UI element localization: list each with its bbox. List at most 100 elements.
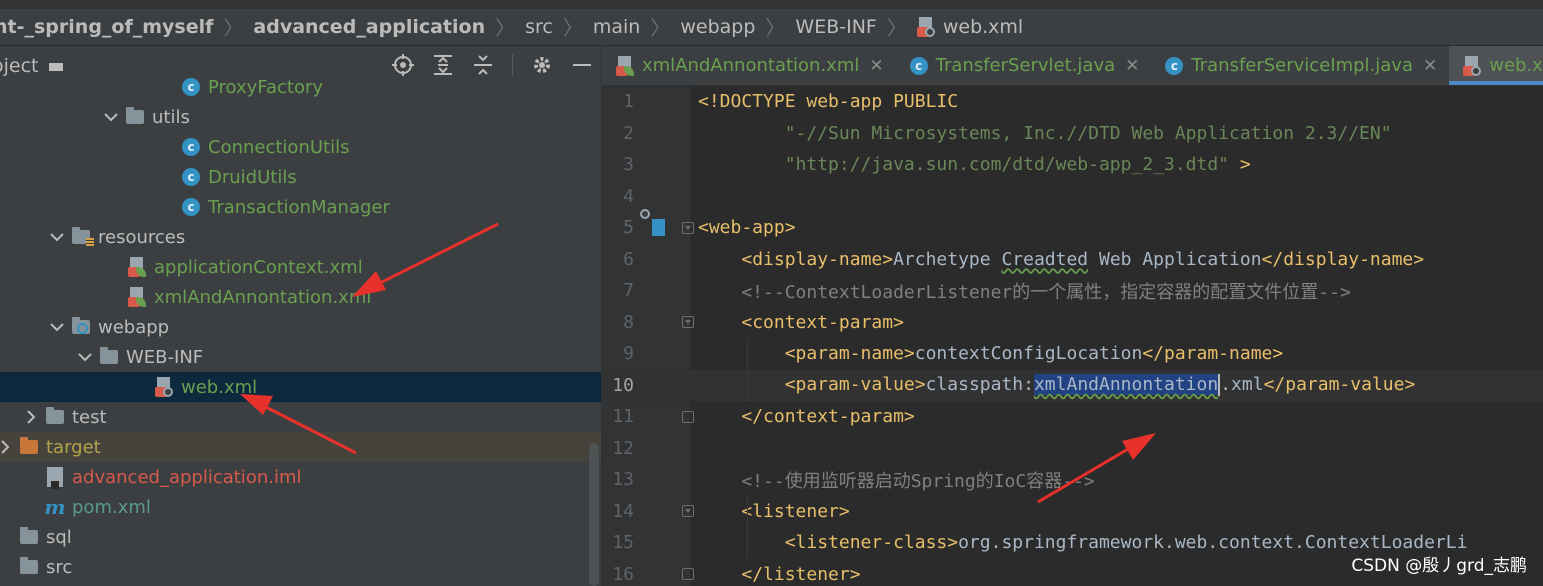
editor-tab[interactable]: xmlAndAnnontation.xml ✕ [602, 46, 896, 85]
breadcrumb-separator-icon: 〉 [765, 16, 786, 40]
tree-item[interactable]: c DruidUtils [0, 162, 601, 192]
vertical-scrollbar[interactable] [589, 443, 599, 586]
code-text: <param-name>contextConfigLocation</param… [698, 343, 1284, 365]
code-line[interactable]: 4 [602, 181, 1543, 213]
tree-item[interactable]: webapp [0, 312, 601, 342]
breadcrumb-item[interactable]: WEB-INF 〉 [795, 12, 916, 41]
close-icon[interactable]: ✕ [1423, 56, 1437, 76]
tree-item[interactable]: applicationContext.xml [0, 252, 601, 282]
fold-marker-icon[interactable] [682, 316, 694, 329]
tree-item[interactable]: WEB-INF [0, 342, 601, 372]
tree-item[interactable]: c ProxyFactory [0, 72, 601, 102]
maven-icon: m [44, 495, 66, 519]
breadcrumb-item[interactable]: src 〉 [525, 12, 593, 41]
code-text: </context-param> [698, 406, 914, 427]
chevron-down-icon[interactable] [50, 320, 64, 334]
breadcrumb-item[interactable]: web.xml [916, 16, 1023, 38]
code-text: <!--使用监听器启动Spring的IoC容器--> [698, 467, 1095, 493]
close-icon[interactable]: ✕ [1125, 56, 1139, 76]
tree-item[interactable]: advanced_application.iml [0, 462, 601, 492]
close-icon[interactable]: ✕ [869, 56, 883, 76]
code-line[interactable]: 13 <!--使用监听器启动Spring的IoC容器--> [602, 464, 1543, 496]
tree-item[interactable]: utils [0, 102, 601, 132]
tree-item[interactable]: xmlAndAnnontation.xml [0, 282, 601, 312]
chevron-right-icon[interactable] [24, 410, 38, 424]
fold-marker-icon[interactable] [682, 505, 694, 518]
code-line[interactable]: 8 <context-param> [602, 307, 1543, 339]
tree-item-label: WEB-INF [126, 346, 204, 368]
editor-tab-bar: xmlAndAnnontation.xml ✕ c TransferServlet.j… [602, 46, 1543, 86]
code-text: <web-app> [698, 217, 796, 238]
code-line[interactable]: 3 "http://java.sun.com/dtd/web-app_2_3.d… [602, 149, 1543, 181]
code-token: </listener> [741, 563, 861, 585]
code-token: <param-value> [784, 374, 926, 396]
web-descriptor-gutter-icon[interactable] [640, 208, 668, 237]
code-line[interactable]: 10 <param-value>classpath:xmlAndAnnontat… [602, 369, 1543, 401]
iml-file-icon [46, 467, 64, 489]
chevron-down-icon[interactable] [78, 350, 92, 364]
tree-item[interactable]: resources [0, 222, 601, 252]
code-line[interactable]: 7 <!--ContextLoaderListener的一个属性，指定容器的配置… [602, 275, 1543, 307]
line-number: 14 [612, 500, 634, 522]
code-token: xmlAndAnnontation [1033, 374, 1219, 396]
fold-marker-icon[interactable] [682, 410, 694, 423]
code-token: contextConfigLocation [914, 343, 1143, 365]
tree-item[interactable]: web.xml [0, 372, 601, 402]
tree-item[interactable]: m pom.xml [0, 492, 601, 522]
code-line[interactable]: 1 <!DOCTYPE web-app PUBLIC [602, 86, 1543, 118]
tree-item[interactable]: src [0, 552, 601, 582]
tree-item-label: webapp [98, 316, 170, 338]
tree-item[interactable]: target [0, 432, 601, 462]
fold-marker-icon[interactable] [682, 221, 694, 234]
tree-item[interactable]: c TransactionManager [0, 192, 601, 222]
breadcrumb-item[interactable]: webapp 〉 [680, 12, 795, 41]
tree-item[interactable]: test [0, 402, 601, 432]
editor-tab[interactable]: web.xml✕ [1449, 46, 1543, 85]
line-number: 2 [623, 122, 634, 144]
chevron-right-icon[interactable] [0, 440, 12, 454]
line-number: 4 [623, 185, 634, 207]
code-token: <!--ContextLoaderListener的一个属性，指定容器的配置文件… [698, 281, 1351, 303]
tree-item-label: pom.xml [72, 496, 151, 518]
line-number: 12 [612, 437, 634, 459]
tree-item-label: ConnectionUtils [208, 136, 350, 158]
editor-tab-label: TransferServiceImpl.java [1191, 55, 1413, 76]
fold-marker-icon[interactable] [682, 568, 694, 581]
tree-item[interactable]: c ConnectionUtils [0, 132, 601, 162]
code-line[interactable]: 2 "-//Sun Microsystems, Inc.//DTD Web Ap… [602, 118, 1543, 150]
editor-tab[interactable]: c TransferServlet.java ✕ [896, 46, 1152, 85]
line-number: 7 [623, 280, 634, 302]
dropdown-caret-icon [48, 62, 63, 71]
code-line[interactable]: 5 <web-app> [602, 208, 1543, 244]
chevron-down-icon[interactable] [50, 230, 64, 244]
code-text: <listener> [698, 501, 849, 522]
breadcrumb-label: advanced_application [253, 15, 486, 38]
code-token: <!--使用监听器启动Spring的IoC容器--> [698, 470, 1095, 492]
code-line[interactable]: 9 <param-name>contextConfigLocation</par… [602, 338, 1543, 370]
line-number: 3 [623, 154, 634, 176]
code-token: Creadted [1001, 248, 1089, 270]
breadcrumb-item[interactable]: main 〉 [593, 12, 680, 41]
spring-xml-icon [616, 55, 634, 76]
code-line[interactable]: 11 </context-param> [602, 401, 1543, 433]
code-line[interactable]: 6 <display-name>Archetype Creadted Web A… [602, 244, 1543, 276]
line-number: 5 [623, 217, 634, 239]
tree-item-label: sql [46, 526, 72, 548]
code-text: </listener> [698, 563, 861, 585]
breadcrumb-item[interactable]: advanced_application 〉 [253, 12, 525, 41]
code-line[interactable]: 12 [602, 433, 1543, 465]
toolbar-strip [0, 0, 1543, 9]
class-icon: c [1165, 56, 1184, 75]
tree-item[interactable]: sql [0, 522, 601, 552]
breadcrumb-item[interactable]: nt-_spring_of_myself 〉 [0, 12, 253, 41]
chevron-down-icon[interactable] [104, 110, 118, 124]
line-number: 13 [612, 469, 634, 491]
code-line[interactable]: 14 <listener> [602, 496, 1543, 528]
excluded-folder-icon [20, 437, 38, 456]
editor-tab[interactable]: c TransferServiceImpl.java ✕ [1151, 46, 1449, 85]
code-area[interactable]: 1 <!DOCTYPE web-app PUBLIC 2 "-//Sun Micro… [602, 86, 1543, 586]
code-token: Archetype [893, 248, 1002, 270]
